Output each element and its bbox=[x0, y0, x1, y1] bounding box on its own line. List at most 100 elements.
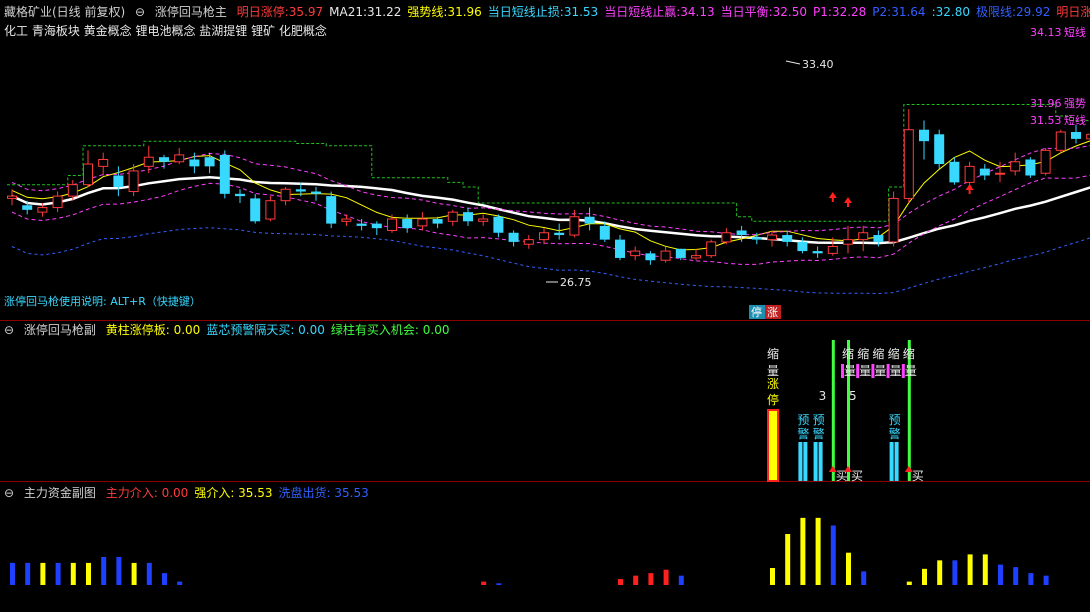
candle-body bbox=[691, 255, 701, 259]
candle-body bbox=[903, 129, 914, 199]
fund-bar bbox=[162, 573, 167, 585]
candle-body bbox=[402, 219, 413, 229]
candle-body bbox=[356, 223, 367, 226]
candle-body bbox=[1040, 149, 1051, 174]
fund-bar bbox=[177, 581, 183, 585]
candle-body bbox=[463, 212, 473, 222]
fund-bar bbox=[815, 517, 821, 585]
candle-body bbox=[964, 165, 975, 183]
candle-body bbox=[204, 157, 215, 167]
candle-body bbox=[22, 205, 33, 210]
buy-bar bbox=[847, 340, 850, 481]
buy-bar bbox=[831, 340, 835, 481]
candle-body bbox=[569, 216, 580, 236]
candle-body bbox=[67, 184, 78, 197]
fund-bar bbox=[982, 554, 988, 585]
warn-bar bbox=[803, 442, 808, 481]
label-shrink: 缩 bbox=[842, 346, 854, 361]
candle-body bbox=[736, 230, 747, 236]
candle-body bbox=[843, 239, 853, 245]
right-label-text: 短线 bbox=[1064, 113, 1086, 127]
badge-stop: 停 bbox=[751, 305, 762, 319]
warn-bar bbox=[889, 442, 894, 481]
stock-chart[interactable]: 34.13 短线31.96 强势31.53 短线 缩量涨停预警预警预警买买买缩量缩量缩… bbox=[0, 0, 1090, 612]
label-volume: 量 bbox=[905, 364, 917, 378]
candle-body bbox=[1025, 159, 1036, 176]
badge-limit: 涨 bbox=[767, 306, 778, 319]
candle-body bbox=[311, 191, 321, 194]
fund-bar bbox=[861, 571, 867, 585]
middle-band-line bbox=[11, 174, 1090, 265]
candle-body bbox=[417, 218, 428, 227]
right-label-value: 31.53 bbox=[1030, 114, 1062, 127]
usage-note[interactable]: 涨停回马枪使用说明: ALT+R（快捷键） bbox=[4, 294, 201, 308]
candle-body bbox=[1071, 132, 1081, 139]
fund-bar bbox=[146, 562, 152, 585]
candle-body bbox=[645, 253, 656, 261]
fund-bar bbox=[1043, 575, 1049, 585]
label-volume: 量 bbox=[859, 364, 871, 378]
fund-bar bbox=[10, 562, 15, 585]
fund-bar bbox=[25, 562, 31, 585]
candle-body bbox=[782, 235, 793, 242]
fund-bar bbox=[481, 581, 487, 585]
warn-bar bbox=[798, 442, 803, 481]
candle-body bbox=[1010, 161, 1021, 172]
candle-body bbox=[888, 197, 899, 243]
candle-body bbox=[858, 232, 869, 241]
label-count-3: 3 bbox=[819, 389, 827, 403]
candle-body bbox=[52, 195, 63, 209]
candle-body bbox=[660, 250, 671, 261]
candle-body bbox=[873, 235, 884, 242]
low-annotation: 26.75 bbox=[560, 276, 592, 289]
fund-bar bbox=[101, 556, 107, 585]
label-warn-2: 警 bbox=[889, 426, 901, 441]
candle-body bbox=[949, 161, 960, 183]
fund-bar bbox=[1028, 573, 1034, 585]
fund-bar bbox=[1013, 567, 1019, 585]
candle-body bbox=[295, 189, 306, 192]
candle-body bbox=[478, 218, 489, 222]
label-warn-1: 预 bbox=[797, 413, 809, 427]
candle-body bbox=[113, 175, 124, 187]
fund-bar bbox=[770, 568, 775, 585]
label-shrink: 缩 bbox=[903, 346, 915, 361]
candle-body bbox=[37, 207, 48, 213]
candle-body bbox=[812, 251, 823, 254]
candle-body bbox=[189, 159, 200, 167]
fund-bar bbox=[937, 560, 943, 585]
candle-body bbox=[827, 245, 838, 254]
fund-bar bbox=[830, 525, 836, 585]
fund-bar bbox=[86, 562, 91, 585]
label-shrink: 缩 bbox=[857, 346, 869, 361]
candle-body bbox=[615, 239, 625, 258]
fund-bar bbox=[648, 573, 654, 585]
warn-bar bbox=[894, 442, 899, 481]
label-count-5: 5 bbox=[849, 389, 857, 403]
warn-bar bbox=[818, 442, 823, 481]
candle-body bbox=[371, 223, 382, 229]
fund-bar bbox=[55, 562, 61, 585]
label-warn-1: 预 bbox=[813, 413, 825, 427]
candle-body bbox=[219, 154, 230, 194]
fund-bar bbox=[663, 569, 669, 585]
fund-bar bbox=[785, 534, 791, 585]
fund-bar bbox=[952, 560, 958, 585]
fund-bar bbox=[131, 562, 137, 585]
candle-body bbox=[341, 218, 352, 222]
candle-body bbox=[979, 168, 990, 176]
candle-body bbox=[706, 241, 717, 257]
candle-body bbox=[599, 225, 610, 240]
candle-body bbox=[98, 158, 109, 167]
label-shrink: 缩 bbox=[872, 346, 884, 361]
label-limit-2: 停 bbox=[767, 392, 779, 407]
candle-body bbox=[554, 232, 565, 236]
candle-body bbox=[751, 237, 762, 240]
fund-bar bbox=[967, 554, 973, 585]
buy-bar bbox=[907, 340, 911, 481]
candle-body bbox=[523, 239, 534, 245]
right-label-value: 34.13 bbox=[1030, 26, 1062, 39]
label-buy: 买 bbox=[912, 469, 924, 483]
label-warn-2: 警 bbox=[813, 426, 825, 441]
candle-body bbox=[265, 200, 276, 220]
